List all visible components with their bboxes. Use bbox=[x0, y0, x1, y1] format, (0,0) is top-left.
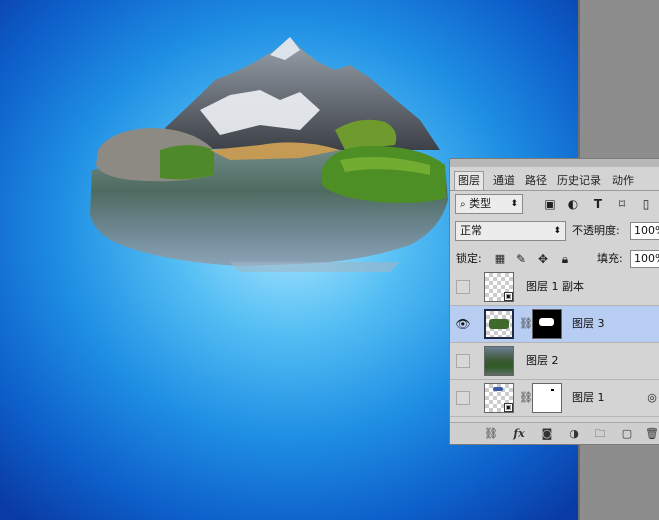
layer-row[interactable]: ▣ ⛓︎ 图层 1 ◎ bbox=[450, 380, 659, 417]
thumbnail-image bbox=[493, 387, 503, 391]
lock-label: 锁定: bbox=[456, 252, 482, 265]
tab-history[interactable]: 历史记录 bbox=[554, 172, 604, 190]
layer-thumbnail: ▣ bbox=[484, 272, 514, 302]
mask-shape bbox=[551, 389, 554, 391]
tab-paths[interactable]: 路径 bbox=[522, 172, 550, 190]
mask-link-icon[interactable]: ⛓︎ bbox=[519, 391, 533, 404]
visibility-toggle[interactable] bbox=[456, 354, 470, 368]
new-group-icon[interactable]: 🗀︎ bbox=[593, 427, 607, 441]
link-layers-icon[interactable]: ⛓︎ bbox=[484, 427, 498, 441]
layer-name[interactable]: 图层 3 bbox=[572, 317, 605, 331]
smart-object-icon: ▣ bbox=[504, 292, 513, 301]
tab-actions[interactable]: 动作 bbox=[609, 172, 637, 190]
panel-title-bar[interactable] bbox=[450, 159, 659, 167]
layer-thumbnail bbox=[484, 309, 514, 339]
search-icon: ⌕ bbox=[460, 199, 466, 210]
opacity-label: 不透明度: bbox=[572, 224, 620, 237]
layer-row[interactable]: ▣ 图层 1 副本 bbox=[450, 269, 659, 306]
adjustment-filter-icon[interactable]: ◐ bbox=[566, 197, 580, 211]
layer-thumbnail bbox=[484, 346, 514, 376]
delete-layer-icon[interactable]: 🗑︎ bbox=[645, 427, 659, 441]
tab-channels[interactable]: 通道 bbox=[490, 172, 518, 190]
smart-object-icon: ▣ bbox=[504, 403, 513, 412]
add-mask-icon[interactable]: ◙ bbox=[540, 427, 554, 441]
fill-label: 填充: bbox=[597, 252, 623, 265]
layer-mask-thumbnail[interactable] bbox=[532, 309, 562, 339]
shape-filter-icon[interactable]: ⌑ bbox=[615, 197, 629, 211]
image-filter-icon[interactable]: ▣ bbox=[543, 197, 557, 211]
layer-name[interactable]: 图层 2 bbox=[526, 354, 559, 368]
layers-panel: 图层 通道 路径 历史记录 动作 ⌕ 类型 ⬍ ▣ ◐ T ⌑ ▯ 正常 ⬍ 不… bbox=[449, 158, 659, 445]
layer-row[interactable]: 👁︎ ⛓︎ 图层 3 bbox=[450, 306, 659, 343]
lock-position-icon[interactable]: ✥ bbox=[536, 252, 550, 266]
blend-mode-value: 正常 bbox=[460, 224, 482, 237]
blend-mode-select[interactable]: 正常 ⬍ bbox=[455, 221, 566, 241]
chevron-updown-icon: ⬍ bbox=[553, 226, 561, 236]
layer-name[interactable]: 图层 1 副本 bbox=[526, 280, 584, 294]
layer-row[interactable]: 图层 2 bbox=[450, 343, 659, 380]
type-filter-icon[interactable]: T bbox=[591, 197, 605, 211]
new-layer-icon[interactable]: ▢ bbox=[620, 427, 634, 441]
fill-input[interactable]: 100% bbox=[630, 250, 659, 268]
panel-footer: ⛓︎ fx ◙ ◑ 🗀︎ ▢ 🗑︎ bbox=[450, 422, 659, 444]
panel-tabs: 图层 通道 路径 历史记录 动作 bbox=[450, 170, 659, 191]
lock-all-icon[interactable]: 🔒︎ bbox=[558, 252, 572, 266]
visibility-toggle[interactable] bbox=[456, 280, 470, 294]
mask-shape bbox=[539, 318, 554, 326]
layer-thumbnail: ▣ bbox=[484, 383, 514, 413]
chevron-updown-icon: ⬍ bbox=[510, 199, 518, 209]
eye-icon[interactable]: 👁︎ bbox=[454, 317, 472, 331]
tab-layers[interactable]: 图层 bbox=[454, 171, 484, 190]
lock-paint-icon[interactable]: ✎ bbox=[514, 252, 528, 266]
filter-kind-label: 类型 bbox=[469, 197, 492, 210]
adjustment-layer-icon[interactable]: ◑ bbox=[567, 427, 581, 441]
opacity-input[interactable]: 100% bbox=[630, 222, 659, 240]
filter-kind-select[interactable]: ⌕ 类型 ⬍ bbox=[455, 194, 523, 214]
lock-transparent-icon[interactable]: ▦ bbox=[493, 252, 507, 266]
layer-name[interactable]: 图层 1 bbox=[572, 391, 605, 405]
thumbnail-image bbox=[489, 319, 509, 329]
visibility-toggle[interactable] bbox=[456, 391, 470, 405]
smart-object-filter-icon[interactable]: ▯ bbox=[639, 197, 653, 211]
layer-style-icon[interactable]: ◎ bbox=[645, 391, 659, 405]
fx-icon[interactable]: fx bbox=[512, 427, 526, 441]
layer-mask-thumbnail[interactable] bbox=[532, 383, 562, 413]
mask-link-icon[interactable]: ⛓︎ bbox=[519, 317, 533, 330]
